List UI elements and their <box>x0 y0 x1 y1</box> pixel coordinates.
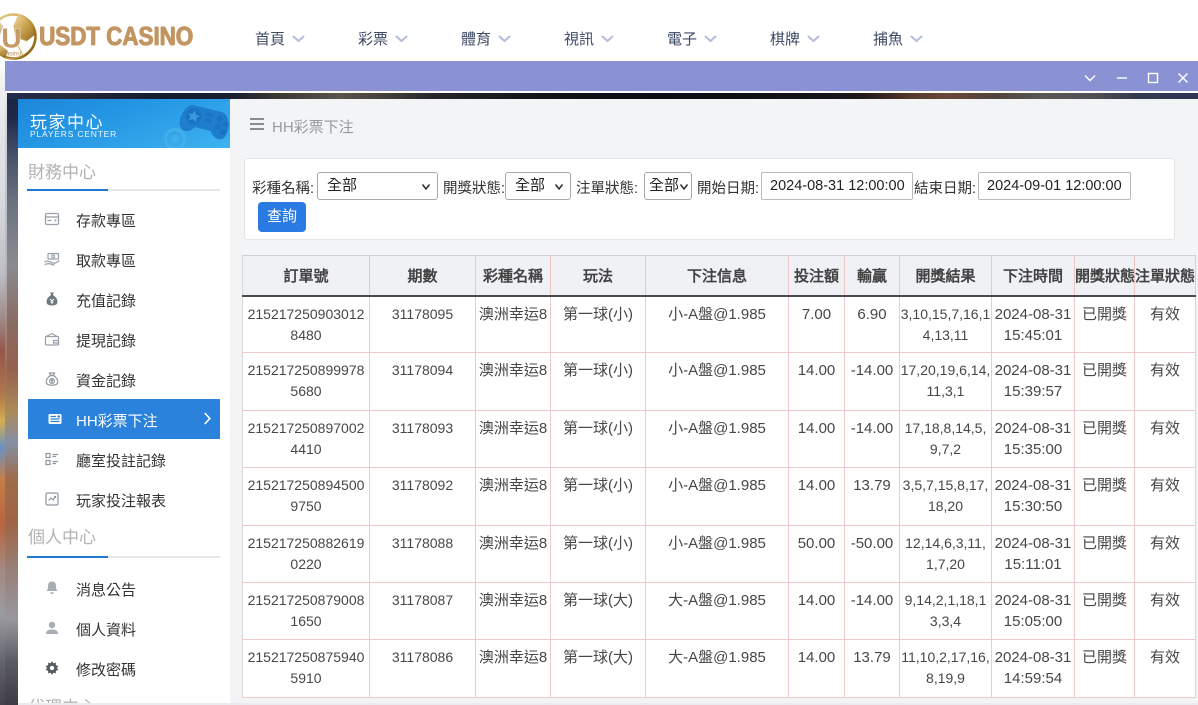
svg-text:Casino: Casino <box>1 51 22 58</box>
svg-text:U: U <box>1 23 21 54</box>
